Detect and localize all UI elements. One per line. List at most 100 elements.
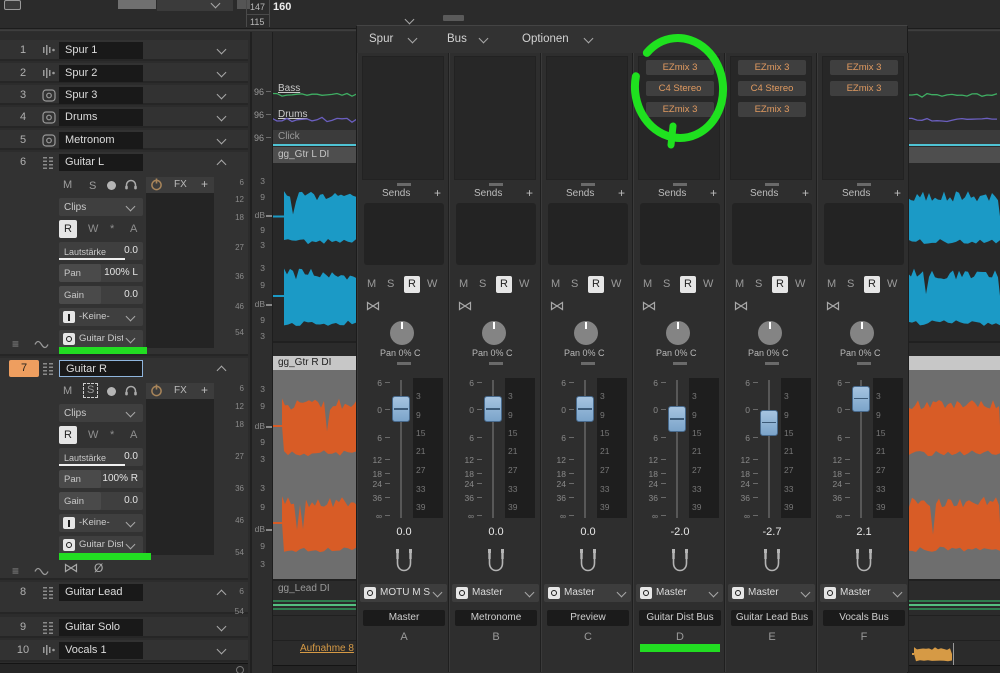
fx-slot-button[interactable]: C4 Stereo: [646, 81, 714, 96]
chevron-down-icon[interactable]: [126, 202, 136, 212]
stereo-width-icon[interactable]: [734, 301, 748, 314]
record-arm-button[interactable]: [107, 181, 116, 190]
record-arm-button[interactable]: [107, 387, 116, 396]
strip-name-box[interactable]: Preview: [547, 610, 629, 626]
fader-handle[interactable]: [484, 396, 502, 422]
chevron-down-icon[interactable]: [893, 588, 903, 598]
sends-box[interactable]: [364, 203, 444, 265]
output-routing-dropdown[interactable]: Guitar Dist: [59, 330, 143, 348]
stereo-width-icon[interactable]: [826, 301, 840, 314]
add-send-button[interactable]: +: [894, 187, 901, 199]
fx-slot-button[interactable]: EZmix 3: [646, 60, 714, 75]
monitor-headphones-icon[interactable]: [124, 179, 138, 193]
stereo-width-icon[interactable]: [550, 301, 564, 314]
solo-button[interactable]: S: [847, 279, 854, 290]
fader-handle[interactable]: [852, 386, 870, 412]
track-collapse-chevron[interactable]: [217, 366, 227, 376]
pan-knob[interactable]: [482, 321, 506, 345]
track-name-input[interactable]: Drums: [59, 109, 143, 126]
track-row-8[interactable]: 8Guitar Lead654: [0, 582, 248, 614]
fader-value[interactable]: 0.0: [542, 527, 634, 538]
track-row-10[interactable]: 10Vocals 1: [0, 640, 248, 662]
panel-tab-handle[interactable]: [443, 15, 464, 21]
strip-name-box[interactable]: Guitar Lead Bus: [731, 610, 813, 626]
automation-read-button[interactable]: R: [588, 276, 604, 293]
output-selector[interactable]: Master: [728, 584, 815, 602]
track-name-input[interactable]: Metronom: [59, 132, 143, 149]
chevron-down-icon[interactable]: [801, 588, 811, 598]
toolbar-dropdown[interactable]: [157, 0, 233, 11]
pan-knob[interactable]: [666, 321, 690, 345]
sends-box[interactable]: [456, 203, 536, 265]
automation-mode-button[interactable]: A: [130, 430, 137, 441]
fx-slot-button[interactable]: EZmix 3: [646, 102, 714, 117]
automation-curve-icon[interactable]: [34, 340, 49, 352]
mute-button[interactable]: M: [551, 279, 560, 290]
add-send-button[interactable]: +: [802, 187, 809, 199]
fx-slot-button[interactable]: EZmix 3: [738, 102, 806, 117]
automation-write-button[interactable]: W: [519, 279, 529, 290]
clip-label-aufnahme[interactable]: Aufnahme 8: [300, 644, 354, 654]
automation-write-button[interactable]: W: [703, 279, 713, 290]
strip-name-box[interactable]: Guitar Dist Bus: [639, 610, 721, 626]
chevron-down-icon[interactable]: [126, 540, 136, 550]
automation-read-button[interactable]: R: [680, 276, 696, 293]
automation-read-button[interactable]: R: [59, 220, 77, 238]
automation-read-button[interactable]: R: [496, 276, 512, 293]
automation-mode-button[interactable]: W: [88, 224, 98, 235]
gain-control[interactable]: Gain0.0: [59, 492, 143, 510]
mute-button[interactable]: M: [735, 279, 744, 290]
sends-box[interactable]: [548, 203, 628, 265]
track-collapse-chevron[interactable]: [217, 68, 227, 78]
automation-mode-button[interactable]: *: [110, 430, 114, 441]
track-collapse-chevron[interactable]: [217, 112, 227, 122]
strip-name-box[interactable]: Metronome: [455, 610, 537, 626]
stereo-width-icon[interactable]: [366, 301, 380, 314]
automation-read-button[interactable]: R: [59, 426, 77, 444]
chevron-down-icon[interactable]: [479, 34, 489, 44]
fx-rack[interactable]: [546, 56, 628, 180]
add-fx-button[interactable]: +: [201, 178, 208, 190]
output-selector[interactable]: Master: [452, 584, 539, 602]
solo-button[interactable]: S: [479, 279, 486, 290]
chevron-down-icon[interactable]: [433, 588, 443, 598]
fader-track[interactable]: [676, 380, 678, 518]
strip-name-box[interactable]: Vocals Bus: [823, 610, 905, 626]
mute-button[interactable]: M: [827, 279, 836, 290]
track-collapse-chevron[interactable]: [217, 90, 227, 100]
output-routing-dropdown[interactable]: Guitar Dist: [59, 536, 143, 554]
automation-write-button[interactable]: W: [427, 279, 437, 290]
fader-track[interactable]: [768, 380, 770, 518]
chevron-down-icon[interactable]: [126, 312, 136, 322]
toolbar-icon[interactable]: [4, 0, 21, 10]
automation-mode-button[interactable]: *: [110, 224, 114, 235]
fader-handle[interactable]: [668, 406, 686, 432]
track-collapse-chevron[interactable]: [217, 590, 227, 600]
pan-knob[interactable]: [850, 321, 874, 345]
sends-box[interactable]: [824, 203, 904, 265]
track-collapse-chevron[interactable]: [217, 160, 227, 170]
automation-write-button[interactable]: W: [887, 279, 897, 290]
track-name-input[interactable]: Guitar L: [59, 154, 143, 171]
solo-button[interactable]: S: [571, 279, 578, 290]
clips-dropdown[interactable]: Clips: [59, 198, 143, 216]
fx-slot-button[interactable]: C4 Stereo: [738, 81, 806, 96]
mute-button[interactable]: M: [643, 279, 652, 290]
count-bottom-value[interactable]: 115: [250, 18, 264, 27]
add-send-button[interactable]: +: [618, 187, 625, 199]
chevron-down-icon[interactable]: [584, 34, 594, 44]
track-list-icon[interactable]: ≡: [12, 338, 19, 350]
chevron-down-icon[interactable]: [408, 34, 418, 44]
track-row-6[interactable]: 6Guitar LMSFX+ClipsRW*ALautstärke0.0Pan1…: [0, 152, 248, 356]
solo-button[interactable]: S: [663, 279, 670, 290]
fader-handle[interactable]: [760, 410, 778, 436]
clip-label-gtr-l[interactable]: gg_Gtr L DI: [278, 150, 329, 160]
fx-rack[interactable]: [454, 56, 536, 180]
output-selector[interactable]: Master: [544, 584, 631, 602]
track-row-7[interactable]: 7Guitar RMSFX+ClipsRW*ALautstärke0.0Pan1…: [0, 358, 248, 580]
track-name-input[interactable]: Guitar Solo: [59, 619, 143, 636]
add-fx-button[interactable]: +: [201, 384, 208, 396]
fader-value[interactable]: -2.7: [726, 527, 818, 538]
fx-slot-button[interactable]: EZmix 3: [830, 60, 898, 75]
track-row-3[interactable]: 3Spur 3: [0, 85, 248, 105]
